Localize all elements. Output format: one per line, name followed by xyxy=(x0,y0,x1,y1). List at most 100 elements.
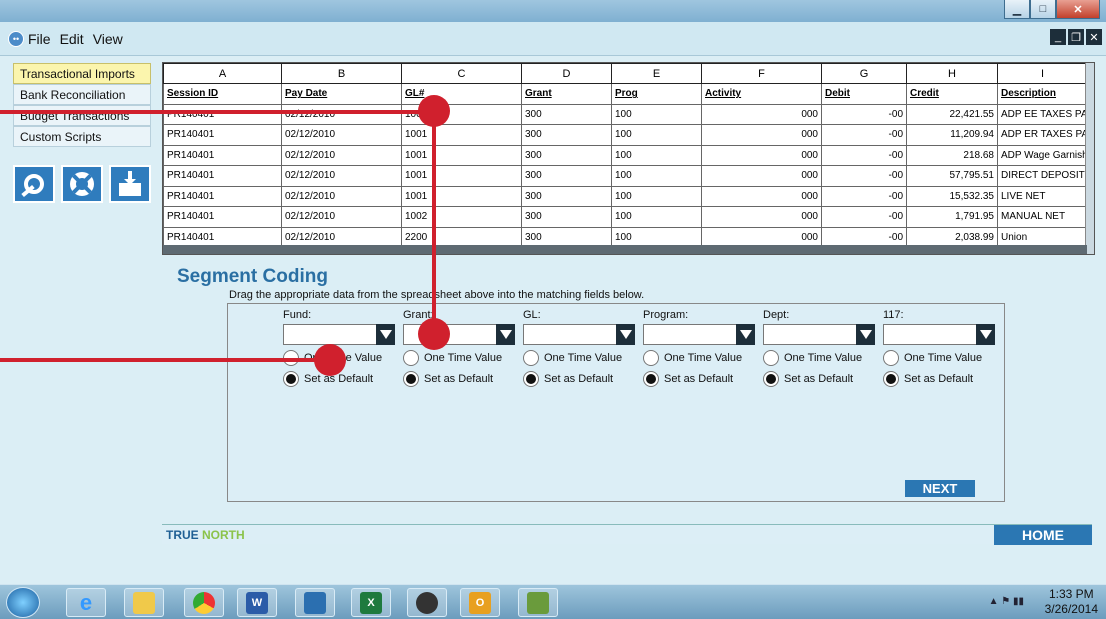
table-cell[interactable]: 02/12/2010 xyxy=(281,206,402,228)
maximize-button[interactable]: □ xyxy=(1030,0,1056,19)
app-icon[interactable] xyxy=(518,588,558,617)
one-time-option[interactable]: One Time Value xyxy=(523,350,635,366)
table-cell[interactable]: 000 xyxy=(701,144,822,166)
field-header-cell[interactable]: Grant xyxy=(521,83,612,105)
table-cell[interactable]: 218.68 xyxy=(906,144,998,166)
mdi-close-icon[interactable]: ✕ xyxy=(1086,29,1102,45)
radio-button[interactable] xyxy=(643,350,659,366)
chevron-down-icon[interactable] xyxy=(616,324,635,345)
chevron-down-icon[interactable] xyxy=(736,324,755,345)
table-cell[interactable]: 57,795.51 xyxy=(906,165,998,187)
default-option[interactable]: Set as Default xyxy=(763,371,875,387)
column-header[interactable]: D xyxy=(521,63,612,84)
table-cell[interactable]: 100 xyxy=(611,165,702,187)
table-cell[interactable]: 000 xyxy=(701,206,822,228)
table-cell[interactable]: 300 xyxy=(521,144,612,166)
default-option[interactable]: Set as Default xyxy=(643,371,755,387)
chevron-down-icon[interactable] xyxy=(856,324,875,345)
table-cell[interactable]: 1,791.95 xyxy=(906,206,998,228)
app-window-icon[interactable] xyxy=(295,588,335,617)
table-cell[interactable]: -00 xyxy=(821,124,907,146)
vertical-scrollbar[interactable] xyxy=(1085,63,1094,254)
sidebar-item-bank-reconciliation[interactable]: Bank Reconciliation xyxy=(13,84,151,105)
column-header[interactable]: F xyxy=(701,63,822,84)
segment-dropdown[interactable] xyxy=(763,324,875,345)
menu-edit[interactable]: Edit xyxy=(60,31,84,47)
table-cell[interactable]: 300 xyxy=(521,165,612,187)
radio-button[interactable] xyxy=(763,350,779,366)
table-cell[interactable]: 300 xyxy=(521,124,612,146)
table-cell[interactable]: DIRECT DEPOSIT xyxy=(997,165,1088,187)
radio-button[interactable] xyxy=(403,350,419,366)
table-cell[interactable]: 1001 xyxy=(401,124,522,146)
table-cell[interactable]: -00 xyxy=(821,185,907,207)
table-cell[interactable]: 02/12/2010 xyxy=(281,144,402,166)
default-option[interactable]: Set as Default xyxy=(883,371,995,387)
outlook-icon[interactable]: O xyxy=(460,588,500,617)
table-cell[interactable]: 100 xyxy=(611,124,702,146)
radio-button[interactable] xyxy=(523,350,539,366)
table-cell[interactable]: 000 xyxy=(701,103,822,125)
menu-file[interactable]: File xyxy=(28,31,51,47)
default-option[interactable]: Set as Default xyxy=(523,371,635,387)
table-cell[interactable]: PR140401 xyxy=(163,124,282,146)
media-icon[interactable] xyxy=(407,588,447,617)
start-button[interactable] xyxy=(6,587,40,618)
field-header-cell[interactable]: Description xyxy=(997,83,1088,105)
table-cell[interactable]: 15,532.35 xyxy=(906,185,998,207)
sidebar-item-custom-scripts[interactable]: Custom Scripts xyxy=(13,126,151,147)
clock[interactable]: 1:33 PM 3/26/2014 xyxy=(1045,587,1098,617)
radio-button[interactable] xyxy=(283,371,299,387)
table-cell[interactable]: 000 xyxy=(701,124,822,146)
spreadsheet[interactable]: A B C D E F G H I Session ID Pay Date GL… xyxy=(162,62,1095,255)
table-cell[interactable]: PR140401 xyxy=(163,185,282,207)
table-cell[interactable]: 000 xyxy=(701,185,822,207)
system-tray-icons[interactable]: ▲ ⚑ ▮▮ xyxy=(989,596,1024,607)
table-cell[interactable]: 02/12/2010 xyxy=(281,124,402,146)
mdi-minimize-icon[interactable]: _ xyxy=(1050,29,1066,45)
download-box-icon[interactable] xyxy=(109,165,151,203)
radio-button[interactable] xyxy=(403,371,419,387)
home-button[interactable]: HOME xyxy=(994,525,1092,545)
table-cell[interactable]: 300 xyxy=(521,185,612,207)
field-header-cell[interactable]: GL# xyxy=(401,83,522,105)
field-header-cell[interactable]: Prog xyxy=(611,83,702,105)
minimize-button[interactable]: ▁ xyxy=(1004,0,1030,19)
field-header-cell[interactable]: Activity xyxy=(701,83,822,105)
ie-icon[interactable]: e xyxy=(66,588,106,617)
excel-icon[interactable]: X xyxy=(351,588,391,617)
chrome-icon[interactable] xyxy=(184,588,224,617)
column-header[interactable]: C xyxy=(401,63,522,84)
one-time-option[interactable]: One Time Value xyxy=(403,350,515,366)
one-time-option[interactable]: One Time Value xyxy=(643,350,755,366)
table-cell[interactable]: 02/12/2010 xyxy=(281,165,402,187)
table-cell[interactable]: 02/12/2010 xyxy=(281,185,402,207)
field-header-cell[interactable]: Pay Date xyxy=(281,83,402,105)
table-cell[interactable]: LIVE NET xyxy=(997,185,1088,207)
table-cell[interactable]: PR140401 xyxy=(163,103,282,125)
segment-dropdown[interactable] xyxy=(883,324,995,345)
field-header-cell[interactable]: Credit xyxy=(906,83,998,105)
table-cell[interactable]: 300 xyxy=(521,206,612,228)
field-header-cell[interactable]: Session ID xyxy=(163,83,282,105)
one-time-option[interactable]: One Time Value xyxy=(763,350,875,366)
field-header-cell[interactable]: Debit xyxy=(821,83,907,105)
table-cell[interactable]: -00 xyxy=(821,103,907,125)
table-cell[interactable]: -00 xyxy=(821,165,907,187)
column-header[interactable]: A xyxy=(163,63,282,84)
radio-button[interactable] xyxy=(763,371,779,387)
table-cell[interactable]: 100 xyxy=(611,206,702,228)
segment-dropdown[interactable] xyxy=(523,324,635,345)
mdi-restore-icon[interactable]: ❐ xyxy=(1068,29,1084,45)
radio-button[interactable] xyxy=(523,371,539,387)
chevron-down-icon[interactable] xyxy=(976,324,995,345)
column-header[interactable]: I xyxy=(997,63,1088,84)
horizontal-scrollbar[interactable] xyxy=(163,245,1087,254)
segment-dropdown[interactable] xyxy=(283,324,395,345)
next-button[interactable]: NEXT xyxy=(905,480,975,497)
column-header[interactable]: E xyxy=(611,63,702,84)
radio-button[interactable] xyxy=(883,350,899,366)
segment-dropdown[interactable] xyxy=(643,324,755,345)
table-cell[interactable]: 02/12/2010 xyxy=(281,103,402,125)
table-cell[interactable]: -00 xyxy=(821,206,907,228)
